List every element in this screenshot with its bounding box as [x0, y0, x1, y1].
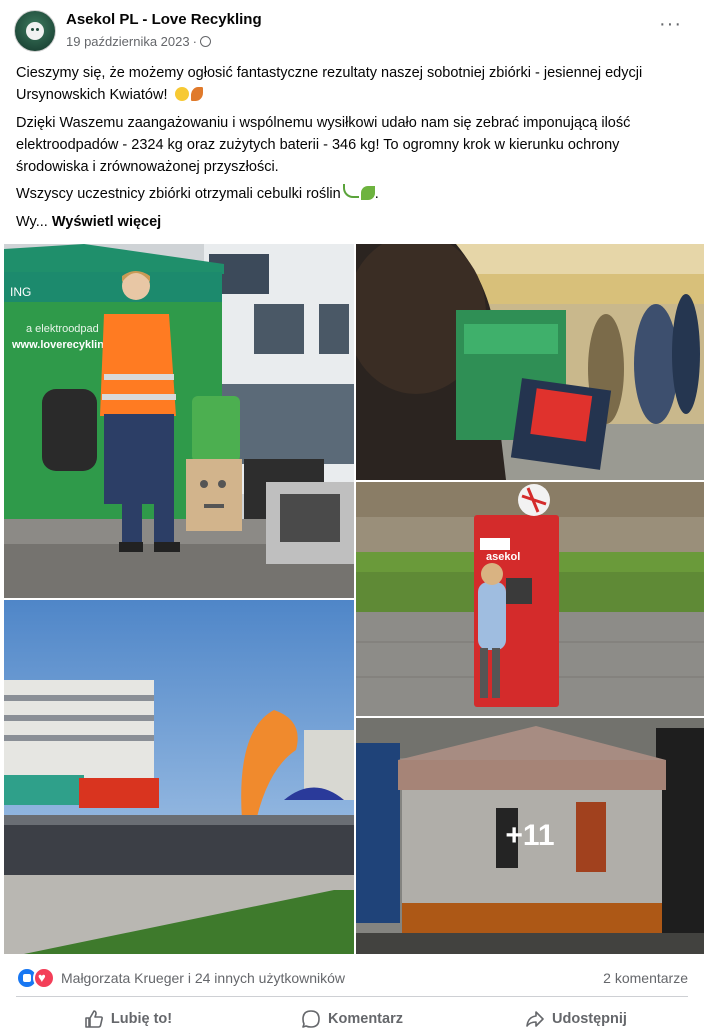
see-more-link[interactable]: Wyświetl więcej: [52, 214, 161, 230]
banner-text-2: a elektroodpad: [26, 323, 99, 335]
like-button[interactable]: Lubię to!: [16, 1004, 240, 1034]
post-truncation: Wy... Wyświetl więcej: [16, 211, 688, 233]
post-header: Asekol PL - Love Recykling 19 październi…: [0, 0, 704, 58]
comment-bubble-icon: [302, 1010, 320, 1028]
kiosk-brand-text: asekol: [486, 551, 520, 563]
truncated-text: Wy...: [16, 214, 48, 230]
comment-button[interactable]: Komentarz: [240, 1004, 464, 1034]
author-name[interactable]: Asekol PL - Love Recykling: [66, 11, 262, 28]
photo-tent-more[interactable]: +11: [356, 718, 704, 954]
sun-emoji-icon: [174, 87, 189, 101]
more-photos-overlay[interactable]: +11: [356, 718, 704, 954]
banner-text-3: www.loverecykling.: [11, 339, 114, 351]
paragraph-3-text: Wszyscy uczestnicy zbiórki otrzymali ceb…: [16, 186, 341, 202]
love-reaction-icon: [33, 967, 55, 989]
leaf-emoji-icon: [190, 87, 203, 101]
seedling-emoji-icon: [342, 184, 359, 198]
reactions-bar: Małgorzata Krueger i 24 innych użytkowni…: [16, 966, 688, 990]
post-paragraph-3: Wszyscy uczestnicy zbiórki otrzymali ceb…: [16, 184, 379, 202]
share-button[interactable]: Udostępnij: [464, 1004, 688, 1034]
post-actions: Lubię to! Komentarz Udostępnij: [16, 1004, 688, 1034]
reaction-names[interactable]: Małgorzata Krueger i 24 innych użytkowni…: [61, 970, 345, 986]
paragraph-2-text: Dzięki Waszemu zaangażowaniu i wspólnemu…: [16, 115, 631, 175]
actions-divider: [16, 996, 688, 997]
more-options-button[interactable]: ···: [659, 14, 682, 34]
post-paragraph-2: Dzięki Waszemu zaangażowaniu i wspólnemu…: [16, 112, 688, 178]
photo-leaflets[interactable]: [356, 244, 704, 480]
photo-woman-banner[interactable]: ING a elektroodpad www.loverecykling.: [4, 244, 354, 598]
post-meta: 19 października 2023 ·: [66, 34, 211, 49]
paragraph-1-text: Cieszymy się, że możemy ogłosić fantasty…: [16, 65, 643, 103]
comment-label: Komentarz: [328, 1011, 403, 1027]
banner-text-1: ING: [10, 285, 31, 299]
comment-count[interactable]: 2 komentarze: [603, 970, 688, 986]
meta-separator: ·: [192, 34, 197, 49]
share-arrow-icon: [526, 1011, 544, 1027]
herb-emoji-icon: [360, 186, 375, 200]
photo-crowd[interactable]: [4, 600, 354, 954]
page-avatar[interactable]: [14, 10, 56, 52]
recycling-logo-icon: [26, 22, 44, 40]
thumbs-up-icon: [85, 1010, 103, 1028]
photo-child-kiosk[interactable]: asekol: [356, 482, 704, 716]
post-date[interactable]: 19 października 2023: [66, 34, 190, 49]
post-paragraph-1: Cieszymy się, że możemy ogłosić fantasty…: [16, 62, 688, 106]
reaction-icons[interactable]: [16, 967, 55, 989]
globe-icon: [199, 36, 211, 47]
share-label: Udostępnij: [552, 1011, 627, 1027]
like-label: Lubię to!: [110, 1011, 173, 1027]
